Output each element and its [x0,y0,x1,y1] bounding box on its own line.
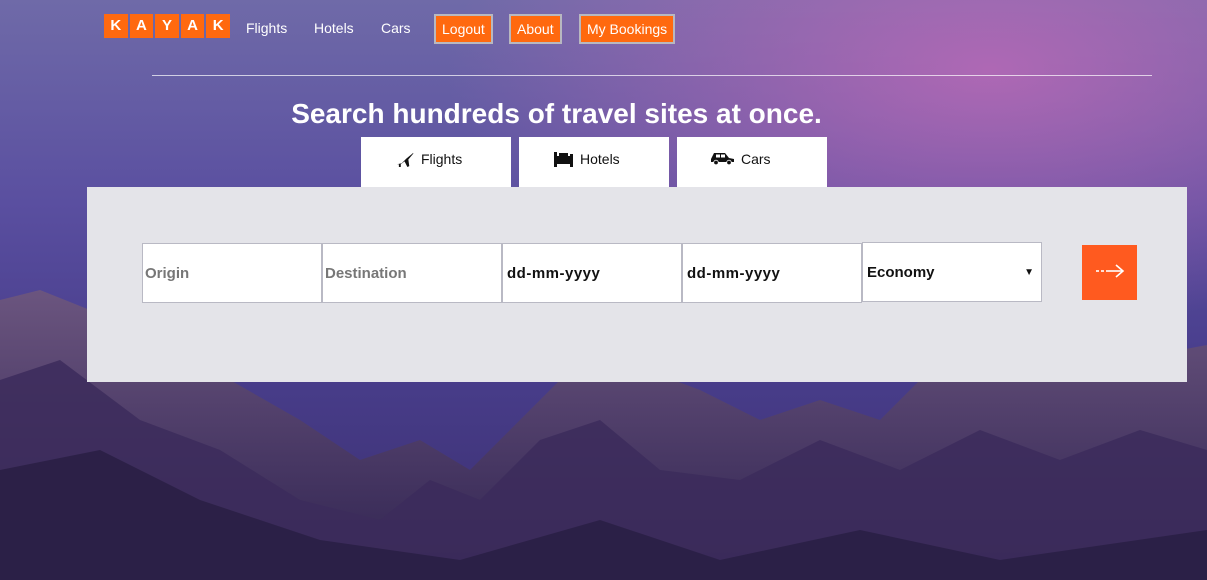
tab-cars[interactable]: Cars [677,137,827,187]
logo-letter: A [129,14,154,38]
logo-letter: Y [155,14,179,38]
cabin-class-select[interactable]: Economy ▼ [862,242,1042,302]
logo-letter: K [206,14,230,38]
destination-input[interactable] [322,243,502,303]
caret-down-icon: ▼ [1024,267,1034,278]
origin-input[interactable] [142,243,322,303]
logout-button[interactable]: Logout [434,14,493,44]
nav-link-hotels[interactable]: Hotels [314,20,354,36]
tab-label: Cars [741,151,771,167]
tab-flights[interactable]: Flights [361,137,511,187]
nav-link-cars[interactable]: Cars [381,20,411,36]
cabin-class-value: Economy [867,264,935,281]
return-date-input[interactable] [682,243,862,303]
my-bookings-button[interactable]: My Bookings [579,14,676,44]
plane-icon [396,151,415,171]
nav-link-flights[interactable]: Flights [246,20,287,36]
tab-hotels[interactable]: Hotels [519,137,669,187]
arrow-right-icon [1095,264,1125,281]
bed-icon [553,151,574,171]
logo-letter: A [180,14,205,38]
page-headline: Search hundreds of travel sites at once. [291,98,822,129]
kayak-logo[interactable]: K A Y A K [104,14,230,38]
tab-label: Flights [421,151,463,167]
search-submit-button[interactable] [1082,245,1137,300]
logo-letter: K [104,14,128,38]
depart-date-input[interactable] [502,243,682,303]
car-icon [710,151,735,168]
divider [152,75,1152,76]
about-button[interactable]: About [509,14,562,44]
tab-label: Hotels [580,151,620,167]
